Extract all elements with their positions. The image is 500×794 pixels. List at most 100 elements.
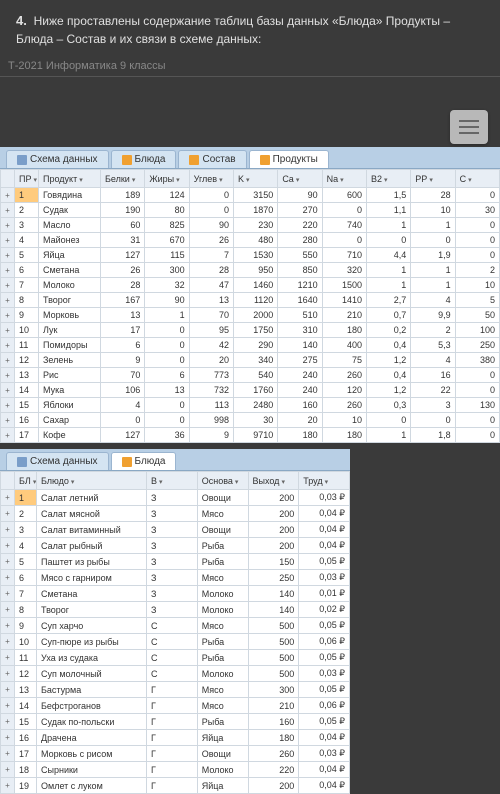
expand-row-icon[interactable]: + xyxy=(1,398,15,413)
cell[interactable]: Рис xyxy=(39,368,101,383)
expand-row-icon[interactable]: + xyxy=(1,308,15,323)
cell[interactable]: Рыба xyxy=(197,650,248,666)
cell[interactable]: Рыба xyxy=(197,538,248,554)
column-header[interactable]: Углев▾ xyxy=(189,170,233,188)
cell[interactable]: 180 xyxy=(278,428,322,443)
table-row[interactable]: +11Помидоры60422901404000,45,3250 xyxy=(1,338,500,353)
cell[interactable]: 10 xyxy=(15,634,37,650)
column-header[interactable]: Основа▾ xyxy=(197,472,248,490)
column-header[interactable]: B2▾ xyxy=(366,170,410,188)
cell[interactable]: Мясо xyxy=(197,506,248,522)
cell[interactable]: 0 xyxy=(411,413,455,428)
cell[interactable]: 0,04 ₽ xyxy=(299,522,350,538)
cell[interactable]: Г xyxy=(147,682,198,698)
cell[interactable]: 100 xyxy=(455,323,499,338)
cell[interactable]: Мясо xyxy=(197,570,248,586)
cell[interactable]: 6 xyxy=(101,338,145,353)
cell[interactable]: 9 xyxy=(15,308,39,323)
cell[interactable]: 10 xyxy=(411,203,455,218)
cell[interactable]: 0,7 xyxy=(366,308,410,323)
expand-row-icon[interactable]: + xyxy=(1,383,15,398)
cell[interactable]: Бефстроганов xyxy=(37,698,147,714)
cell[interactable]: Овощи xyxy=(197,746,248,762)
table-row[interactable]: +12Суп молочныйСМолоко5000,03 ₽ xyxy=(1,666,350,682)
cell[interactable]: 2 xyxy=(411,323,455,338)
cell[interactable]: 20 xyxy=(189,353,233,368)
column-header[interactable]: Выход▾ xyxy=(248,472,299,490)
cell[interactable]: 30 xyxy=(455,203,499,218)
table-row[interactable]: +16Сахар00998302010000 xyxy=(1,413,500,428)
cell[interactable]: 10 xyxy=(322,413,366,428)
table-row[interactable]: +12Зелень9020340275751,24380 xyxy=(1,353,500,368)
cell[interactable]: 0 xyxy=(145,323,189,338)
table-row[interactable]: +9Суп харчоСМясо5000,05 ₽ xyxy=(1,618,350,634)
cell[interactable]: Молоко xyxy=(197,666,248,682)
cell[interactable]: Молоко xyxy=(197,586,248,602)
cell[interactable]: 28 xyxy=(189,263,233,278)
expand-row-icon[interactable]: + xyxy=(1,714,15,730)
cell[interactable]: 0,05 ₽ xyxy=(299,554,350,570)
expand-row-icon[interactable]: + xyxy=(1,618,15,634)
cell[interactable]: 0 xyxy=(455,368,499,383)
cell[interactable]: 1500 xyxy=(322,278,366,293)
table-row[interactable]: +3Масло6082590230220740110 xyxy=(1,218,500,233)
table-row[interactable]: +14БефстрогановГМясо2100,06 ₽ xyxy=(1,698,350,714)
table-row[interactable]: +6Мясо с гарниромЗМясо2500,03 ₽ xyxy=(1,570,350,586)
cell[interactable]: З xyxy=(147,490,198,506)
cell[interactable]: Бастурма xyxy=(37,682,147,698)
cell[interactable]: 270 xyxy=(278,203,322,218)
cell[interactable]: 310 xyxy=(278,323,322,338)
expand-row-icon[interactable]: + xyxy=(1,634,15,650)
cell[interactable]: 7 xyxy=(15,278,39,293)
column-header[interactable]: K▾ xyxy=(233,170,277,188)
cell[interactable]: Майонез xyxy=(39,233,101,248)
cell[interactable]: Омлет с луком xyxy=(37,778,147,794)
table-row[interactable]: +8Творог16790131120164014102,745 xyxy=(1,293,500,308)
cell[interactable]: 13 xyxy=(15,682,37,698)
cell[interactable]: 90 xyxy=(145,293,189,308)
cell[interactable]: 0 xyxy=(455,218,499,233)
expand-row-icon[interactable]: + xyxy=(1,762,15,778)
cell[interactable]: З xyxy=(147,586,198,602)
cell[interactable]: Г xyxy=(147,714,198,730)
cell[interactable]: 70 xyxy=(101,368,145,383)
table-row[interactable]: +6Сметана2630028950850320112 xyxy=(1,263,500,278)
tab-схема-данных[interactable]: Схема данных xyxy=(6,150,109,168)
cell[interactable]: 3 xyxy=(15,522,37,538)
cell[interactable]: 1870 xyxy=(233,203,277,218)
expand-row-icon[interactable]: + xyxy=(1,698,15,714)
cell[interactable]: Салат летний xyxy=(37,490,147,506)
expand-row-icon[interactable]: + xyxy=(1,323,15,338)
expand-row-icon[interactable]: + xyxy=(1,278,15,293)
cell[interactable]: Суп-пюре из рыбы xyxy=(37,634,147,650)
tab-состав[interactable]: Состав xyxy=(178,150,246,168)
table-row[interactable]: +5Паштет из рыбыЗРыба1500,05 ₽ xyxy=(1,554,350,570)
products-grid[interactable]: ПР▾Продукт▾Белки▾Жиры▾Углев▾K▾Ca▾Na▾B2▾P… xyxy=(0,169,500,443)
table-row[interactable]: +19Омлет с лукомГЯйца2000,04 ₽ xyxy=(1,778,350,794)
table-row[interactable]: +10Лук1709517503101800,22100 xyxy=(1,323,500,338)
cell[interactable]: 1210 xyxy=(278,278,322,293)
cell[interactable]: 240 xyxy=(278,368,322,383)
cell[interactable]: 210 xyxy=(322,308,366,323)
cell[interactable]: 200 xyxy=(248,522,299,538)
cell[interactable]: 1640 xyxy=(278,293,322,308)
cell[interactable]: 0,02 ₽ xyxy=(299,602,350,618)
cell[interactable]: 113 xyxy=(189,398,233,413)
cell[interactable]: 0,4 xyxy=(366,368,410,383)
cell[interactable]: 550 xyxy=(278,248,322,263)
column-header[interactable]: PP▾ xyxy=(411,170,455,188)
cell[interactable]: 2 xyxy=(455,263,499,278)
tab-блюда[interactable]: Блюда xyxy=(111,150,177,168)
cell[interactable]: 1,9 xyxy=(411,248,455,263)
cell[interactable]: Мясо xyxy=(197,618,248,634)
cell[interactable]: 0 xyxy=(366,233,410,248)
expand-row-icon[interactable]: + xyxy=(1,338,15,353)
cell[interactable]: 0,3 xyxy=(366,398,410,413)
expand-row-icon[interactable]: + xyxy=(1,490,15,506)
expand-row-icon[interactable]: + xyxy=(1,682,15,698)
expand-row-icon[interactable]: + xyxy=(1,248,15,263)
cell[interactable]: 998 xyxy=(189,413,233,428)
cell[interactable]: 200 xyxy=(248,506,299,522)
cell[interactable]: Мясо xyxy=(197,698,248,714)
cell[interactable]: 31 xyxy=(101,233,145,248)
